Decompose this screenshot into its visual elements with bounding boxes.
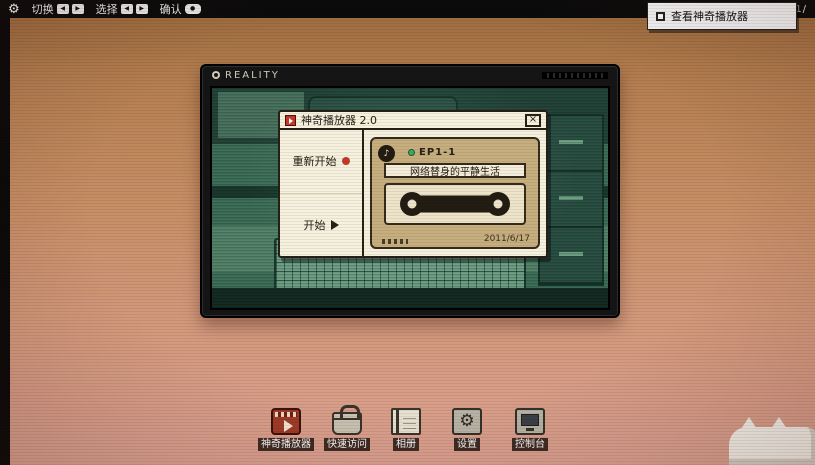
restart-button[interactable]: 重新开始 [280,130,362,194]
console-screen [521,414,539,426]
play-triangle-icon [331,220,339,230]
player-title: 神奇播放器 2.0 [301,112,377,128]
topbar-item-switch[interactable]: 切换 ◀ ▶ [32,1,84,17]
player-app-icon [285,115,296,126]
player-titlebar: 神奇播放器 2.0 × [280,112,546,130]
select-left-key-icon: ◀ [121,4,133,14]
desktop-icon-player[interactable]: 神奇播放器 [253,408,319,451]
console-icon [515,408,545,435]
select-label: 选择 [96,1,118,17]
confirm-key-icon: ● [185,4,201,14]
cat-character[interactable] [729,427,815,465]
start-label: 开始 [304,217,326,233]
gear-icon[interactable]: ⚙ [8,3,20,16]
player-button-column: 重新开始 开始 [280,130,364,256]
album-binding [396,410,399,433]
cassette-markings [382,239,408,244]
cassette-footer: 2011/6/17 [382,234,530,244]
start-button[interactable]: 开始 [280,194,362,257]
desktop-icon-settings[interactable]: ⚙ 设置 [434,408,500,451]
icon-label: 快速访问 [324,438,370,451]
monitor-vent [542,72,608,79]
cassette-avatar-icon: ♪ [378,145,395,162]
settings-gear-icon: ⚙ [452,408,482,435]
desktop-icon-album[interactable]: 相册 [373,408,439,451]
menu-item-label: 查看神奇播放器 [671,8,748,24]
switch-right-key-icon: ▶ [72,4,84,14]
switch-left-key-icon: ◀ [57,4,69,14]
icon-label: 神奇播放器 [258,438,314,451]
player-icon [271,408,301,435]
cassette-date: 2011/6/17 [484,234,530,244]
cat-ear-right [771,417,787,429]
restart-label: 重新开始 [293,153,337,169]
switch-label: 切换 [32,1,54,17]
player-window: 神奇播放器 2.0 × 重新开始 开始 ♪ EP1-1 [278,110,548,258]
select-right-key-icon: ▶ [136,4,148,14]
album-icon [391,408,421,435]
desktop-icon-console[interactable]: 控制台 [497,408,563,451]
episode-label: EP1-1 [419,147,456,158]
reality-logo-icon [212,71,220,79]
icon-label: 控制台 [512,438,548,451]
cassette[interactable]: ♪ EP1-1 网络替身的平静生活 2011/6/17 [370,137,540,249]
icon-label: 设置 [454,438,480,451]
letterbox-left [0,18,10,465]
player-body: 重新开始 开始 ♪ EP1-1 网络替身的平静生活 [280,130,546,256]
episode-dot-icon [408,149,415,156]
console-base [526,428,534,431]
cassette-panel: ♪ EP1-1 网络替身的平静生活 2011/6/17 [364,130,546,256]
basket-icon [332,412,362,435]
left-reel-icon [400,192,424,216]
menu-item-view-player[interactable]: 查看神奇播放器 [648,3,796,29]
checkbox-icon [656,12,665,21]
monitor-titlebar: REALITY [202,66,618,84]
icon-label: 相册 [393,438,419,451]
right-reel-icon [486,192,510,216]
cassette-window [384,183,526,225]
tape-band [420,196,490,213]
monitor-brand: REALITY [225,70,280,81]
cat-tab-icon [629,0,646,15]
play-icon [284,420,293,432]
game-screen: ⚙ 切换 ◀ ▶ 选择 ◀ ▶ 确认 ● 2011/ 查看神奇播放器 REALI… [0,0,815,465]
topbar-item-confirm[interactable]: 确认 ● [160,1,201,17]
cassette-title: 网络替身的平静生活 [384,163,526,178]
cassette-episode: EP1-1 [408,147,456,158]
confirm-label: 确认 [160,1,182,17]
film-strip-icon [275,412,297,417]
cat-ear-left [741,417,757,429]
close-button[interactable]: × [525,114,541,127]
context-menu: 查看神奇播放器 [647,2,797,30]
record-dot-icon [342,157,350,165]
desktop-icon-quick-access[interactable]: 快速访问 [314,408,380,451]
album-lines [403,414,416,429]
topbar-item-select[interactable]: 选择 ◀ ▶ [96,1,148,17]
